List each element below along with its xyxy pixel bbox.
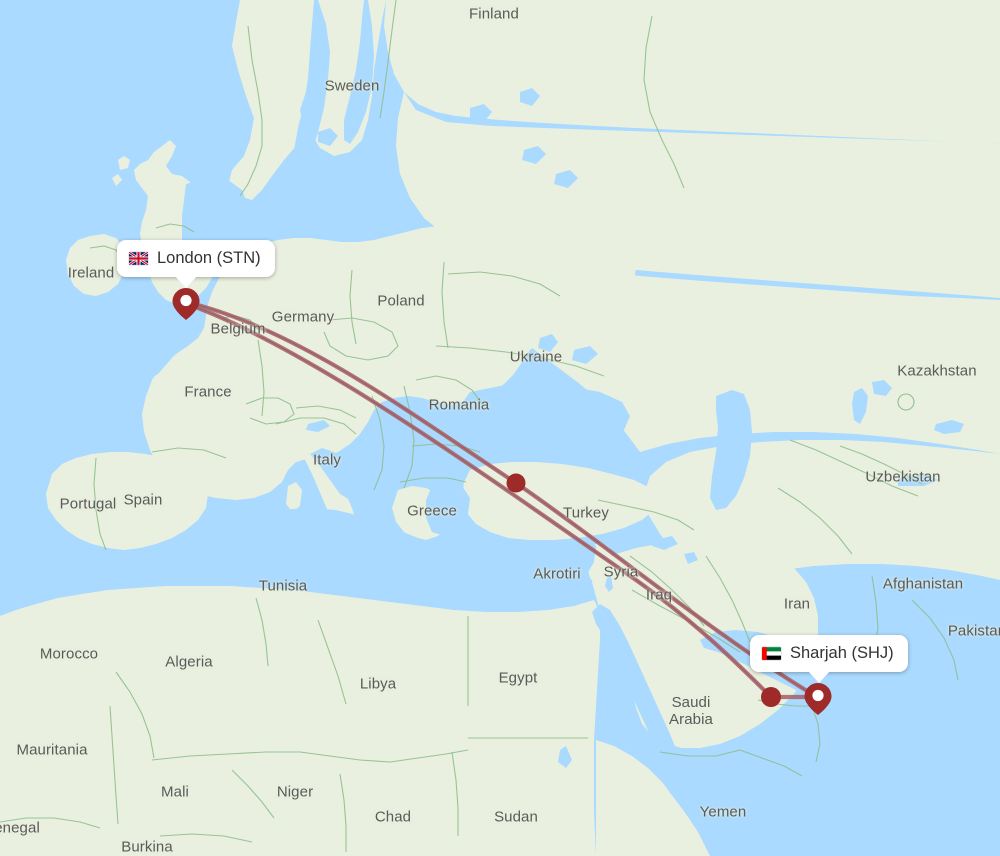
land-north-africa xyxy=(0,586,600,856)
origin-callout-label: London (STN) xyxy=(157,249,261,267)
flight-route-map[interactable]: Finland Sweden Ireland Poland Germany Belgium… xyxy=(0,0,1000,856)
destination-callout[interactable]: Sharjah (SHJ) xyxy=(750,635,908,683)
map-canvas xyxy=(0,0,1000,856)
origin-callout-tail xyxy=(175,276,197,288)
destination-callout-label: Sharjah (SHJ) xyxy=(790,644,894,662)
gulf-waypoint-dot xyxy=(761,687,781,707)
water-arabian-sea xyxy=(820,700,1000,856)
origin-callout[interactable]: London (STN) xyxy=(117,240,275,288)
ae-flag-icon xyxy=(762,647,781,660)
destination-callout-tail xyxy=(808,671,830,683)
istanbul-waypoint-dot xyxy=(506,473,526,493)
gb-flag-icon xyxy=(129,252,148,265)
